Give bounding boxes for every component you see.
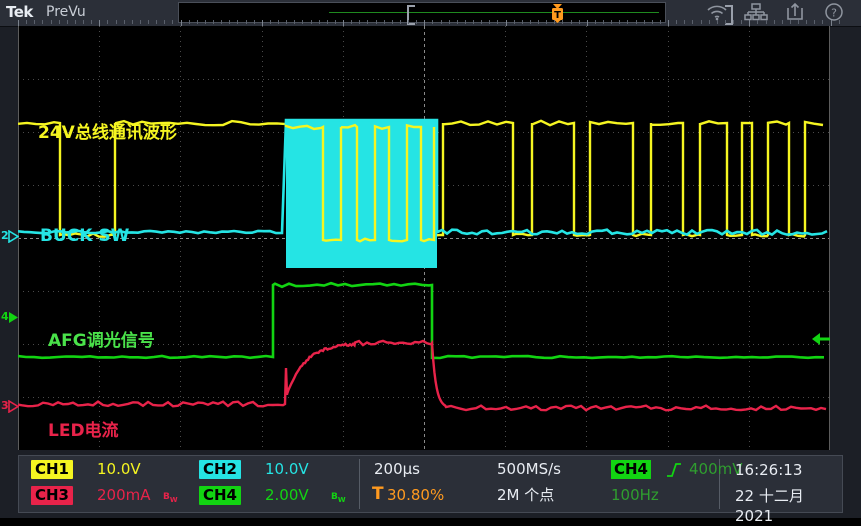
ch4-badge[interactable]: CH4 <box>199 486 241 505</box>
ch4-trigger-level-arrow[interactable] <box>812 331 830 345</box>
record-length-value[interactable]: 2M 个点 <box>497 486 554 505</box>
svg-text:?: ? <box>831 7 837 20</box>
clock-time: 16:26:13 <box>735 460 802 480</box>
readout-panel: CH1 10.0V CH3 200mA BW CH2 10.0V CH4 2.0… <box>18 455 843 513</box>
ch1-scale-value[interactable]: 10.0V <box>97 460 141 479</box>
oscilloscope-screen: Tek PreVu T <box>0 0 861 518</box>
overview-trace <box>329 12 659 13</box>
ch2-ref-marker[interactable]: 2 <box>0 228 18 244</box>
ch3-badge[interactable]: CH3 <box>31 486 73 505</box>
ch2-ref-triangle <box>8 230 19 243</box>
top-menu-bar: Tek PreVu T <box>0 0 861 27</box>
ch1-badge[interactable]: CH1 <box>31 460 73 479</box>
bottom-readout-bar: CH1 10.0V CH3 200mA BW CH2 10.0V CH4 2.0… <box>0 453 861 518</box>
ch4-bandwidth-icon: BW <box>331 492 346 504</box>
trigger-position-icon: T <box>372 485 384 504</box>
annotation-ch2: BUCK SW <box>40 226 129 246</box>
ch4-scale-value[interactable]: 2.00V <box>265 486 309 505</box>
sample-rate-value[interactable]: 500MS/s <box>497 460 561 479</box>
ch3-ref-marker[interactable]: 3 <box>0 398 18 414</box>
waveform-display-area[interactable]: 24V总线通讯波形 BUCK SW AFG调光信号 LED电流 <box>18 26 830 450</box>
annotation-ch1: 24V总线通讯波形 <box>38 118 177 143</box>
clock-date: 22 十二月 2021 <box>735 486 842 506</box>
ch3-ref-triangle <box>8 400 19 413</box>
ch3-bandwidth-icon: BW <box>163 492 178 504</box>
ch2-scale-value[interactable]: 10.0V <box>265 460 309 479</box>
ch4-ref-marker[interactable]: 4 <box>0 309 18 325</box>
trigger-source-badge[interactable]: CH4 <box>611 460 651 479</box>
ch4-ref-triangle <box>8 311 19 324</box>
tek-logo: Tek <box>6 3 33 21</box>
trigger-frequency-value: 100Hz <box>611 486 659 505</box>
trigger-position-value[interactable]: 30.80% <box>387 486 444 505</box>
timebase-value[interactable]: 200µs <box>374 460 420 479</box>
ch3-scale-value[interactable]: 200mA <box>97 486 151 505</box>
trigger-slope-icon <box>665 460 683 483</box>
readout-divider-1 <box>359 459 360 509</box>
annotation-ch4: AFG调光信号 <box>48 326 155 351</box>
ch3-waveform-trace <box>18 26 830 450</box>
ch2-badge[interactable]: CH2 <box>199 460 241 479</box>
acquisition-mode-label: PreVu <box>46 4 86 20</box>
annotation-ch3: LED电流 <box>48 416 119 441</box>
